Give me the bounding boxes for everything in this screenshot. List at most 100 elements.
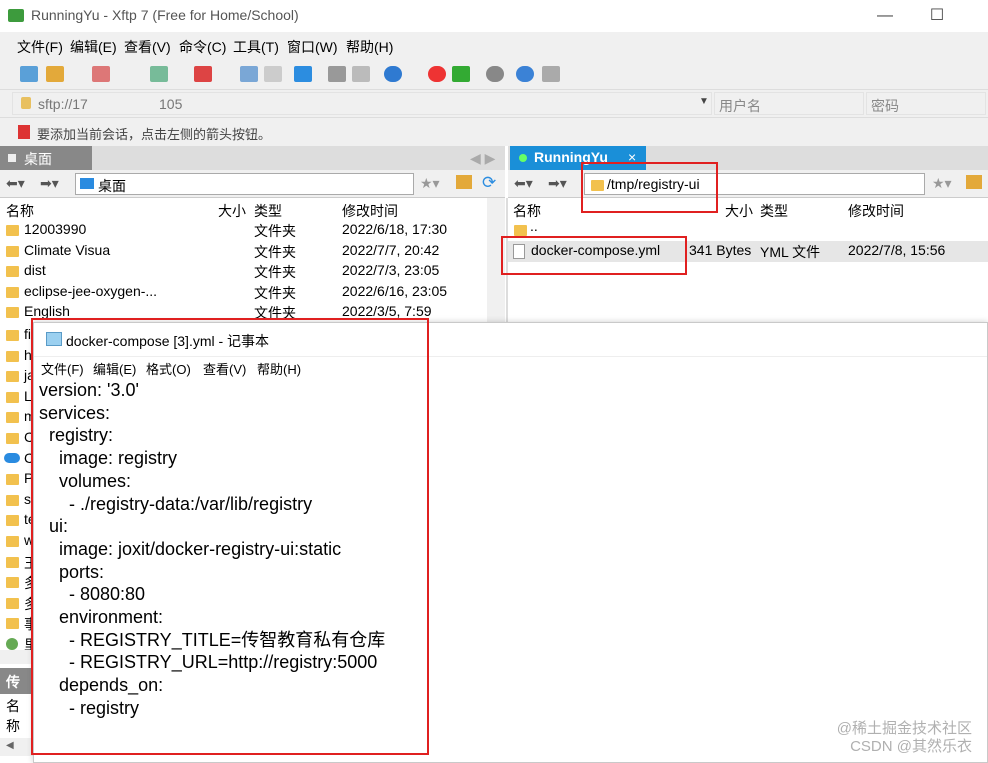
list-item[interactable]: eclipse-jee-oxygen-... 文件夹 2022/6/16, 23… [0,282,487,303]
folder-icon [6,474,19,486]
folder-icon [6,391,19,403]
file-type: 文件夹 [254,264,296,281]
back-icon[interactable]: ⬅▾ [514,175,533,192]
col-type[interactable]: 类型 [760,201,788,221]
download-icon[interactable] [264,66,282,82]
file-size: 341 Bytes [689,241,752,258]
col-name[interactable]: 名称 [6,201,34,221]
minimize-button[interactable]: — [865,4,905,28]
list-item[interactable]: Climate Visua 文件夹 2022/7/7, 20:42 [0,241,487,262]
username-field[interactable]: 用户名 [714,92,864,115]
folder-icon [6,307,19,319]
paste-icon[interactable] [352,66,370,82]
highlight-file-box [501,236,687,275]
host-suffix: 105 [159,96,183,112]
file-type: 文件夹 [254,284,296,301]
file-name: eclipse-jee-oxygen-... [24,282,158,299]
left-hscroll[interactable] [0,650,33,664]
right-tab-strip: RunningYu × [508,146,988,170]
file-name: fi [24,326,31,342]
gear-icon[interactable] [486,66,504,82]
file-modified: 2022/7/8, 15:56 [848,241,946,258]
file-name: 12003990 [24,221,87,237]
toolbar [0,58,988,90]
host-field[interactable]: sftp://17 105 ▼ [12,92,712,115]
tab-scroll-left-icon[interactable]: ◀ ▶ [470,150,495,167]
tab-transfer[interactable]: 传输 [0,668,33,694]
watermark-line1: @稀土掘金技术社区 [836,720,972,737]
file-name: English [24,303,70,320]
file-name: Climate Visua [24,241,111,258]
left-path-input[interactable]: 桌面 [75,173,414,195]
connected-icon [519,154,527,162]
chevron-down-icon[interactable]: ▼ [699,96,709,107]
transfer-scrollbar[interactable]: ◀ [0,738,33,756]
menu-view[interactable]: 查看(V) [124,32,171,57]
folder-icon [6,412,19,424]
user-icon [6,638,18,650]
col-size[interactable]: 大小 [725,201,753,221]
back-icon[interactable]: ⬅▾ [6,175,25,192]
copy-icon[interactable] [328,66,346,82]
forward-icon[interactable]: ➡▾ [40,175,59,192]
forward-icon[interactable]: ➡▾ [548,175,567,192]
bookmark-star-icon[interactable]: ★▾ [932,175,952,192]
bookmark-star-icon[interactable]: ★▾ [420,175,440,192]
folder-icon [6,225,19,236]
menu-command[interactable]: 命令(C) [179,32,226,57]
highlight-notepad-box [31,318,429,755]
folder-icon [6,371,19,383]
left-nav-row: ⬅▾ ➡▾ 桌面 ★▾ ⟳ [0,170,505,198]
maximize-button[interactable]: ☐ [917,4,957,28]
password-field[interactable]: 密码 [866,92,986,115]
refresh-icon[interactable]: ⟳ [482,173,496,193]
desktop-icon [80,178,94,189]
home-icon[interactable] [966,175,982,189]
folder-icon [6,577,19,589]
host-text: sftp://17 [38,96,88,112]
chat-icon[interactable] [542,66,560,82]
col-modified[interactable]: 修改时间 [342,201,398,221]
right-list-header: 名称 大小 类型 修改时间 [508,198,988,220]
file-name: s [24,490,31,507]
list-item[interactable]: dist 文件夹 2022/7/3, 23:05 [0,261,487,282]
list-item[interactable]: 12003990 文件夹 2022/6/18, 17:30 [0,220,487,241]
left-path-text: 桌面 [98,178,126,194]
menu-window[interactable]: 窗口(W) [287,32,338,57]
help-icon[interactable] [516,66,534,82]
home-icon[interactable] [456,175,472,189]
folder-icon [6,350,19,362]
xshell-icon[interactable] [428,66,446,82]
xftp-icon[interactable] [452,66,470,82]
transfer-icon[interactable] [194,66,212,82]
title-bar: RunningYu - Xftp 7 (Free for Home/School… [0,0,988,32]
folder-icon [6,330,19,341]
globe-icon[interactable] [384,66,402,82]
sync-icon[interactable] [294,66,312,82]
left-list-obscured: fi h ja L m C C P s te w 王 多 多 事 里 [0,322,33,662]
left-list-header: 名称 大小 类型 修改时间 [0,198,487,220]
open-folder-icon[interactable] [46,66,64,82]
disconnect-icon[interactable] [92,66,110,82]
menu-help[interactable]: 帮助(H) [346,32,393,57]
file-name: dist [24,262,46,279]
col-type[interactable]: 类型 [254,201,282,221]
tab-transfer-label: 传输 [6,674,20,690]
new-session-icon[interactable] [20,66,38,82]
left-tab-strip: 桌面 ◀ ▶ [0,146,505,170]
menu-tools[interactable]: 工具(T) [233,32,279,57]
new-tab-icon[interactable] [150,66,168,82]
bookmark-icon[interactable] [18,125,30,139]
tab-desktop[interactable]: 桌面 [0,146,92,170]
menu-file[interactable]: 文件(F) [17,32,63,57]
scroll-left-icon[interactable]: ◀ [6,740,14,751]
cloud-icon [4,452,20,463]
col-size[interactable]: 大小 [218,201,246,221]
col-modified[interactable]: 修改时间 [848,201,904,221]
watermark: @稀土掘金技术社区 CSDN @其然乐衣 [837,720,972,756]
highlight-path-box [581,162,718,213]
menu-edit[interactable]: 编辑(E) [70,32,117,57]
right-nav-row: ⬅▾ ➡▾ /tmp/registry-ui ★▾ [508,170,988,198]
upload-icon[interactable] [240,66,258,82]
file-type: YML 文件 [760,243,821,260]
